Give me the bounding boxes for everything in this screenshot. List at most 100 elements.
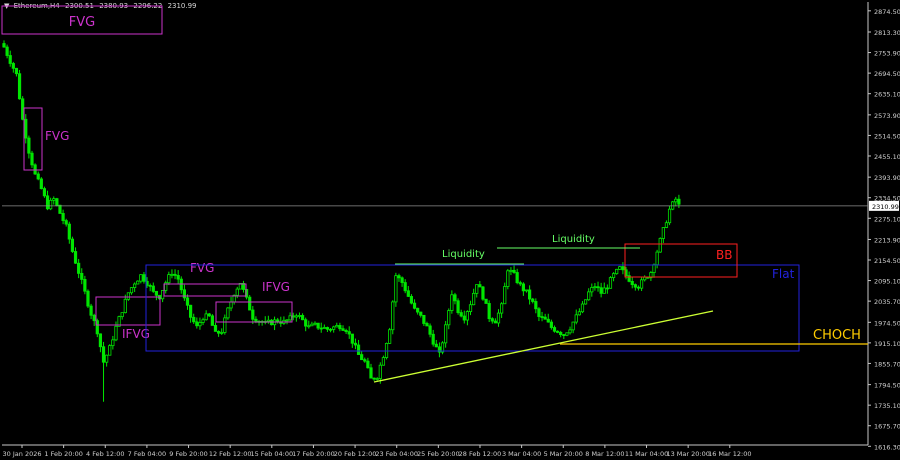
price-tick-label: 1794.50 [874,382,900,390]
price-tick-label: 2874.50 [874,8,900,16]
candle-body [161,290,165,300]
candle-body [111,339,115,347]
candle-body [447,310,451,326]
candle-body [201,319,205,323]
candle-body [297,315,302,317]
candle-body [571,321,575,331]
candle-body [409,296,414,304]
candle-body [235,288,239,296]
time-tick-label: 3 Mar 04:00 [502,450,541,458]
ifvg-label: IFVG [262,280,290,294]
candle-body [248,296,252,311]
candle-body [64,220,68,225]
candle-body [652,264,656,273]
candle-body [89,305,93,316]
price-tick-label: 2753.90 [874,50,900,58]
candle-body [325,327,330,330]
candle-body [39,178,43,189]
candle-body [611,273,616,278]
time-tick-label: 11 Mar 04:00 [625,450,668,458]
candle-body [27,137,31,154]
candle-body [341,328,345,331]
candle-body [216,330,221,334]
candle-body [36,173,40,180]
price-tick-label: 1675.70 [874,423,900,431]
last-price-label: 2310.99 [872,203,899,211]
price-tick-label: 1915.10 [874,340,900,348]
ifvg-zone [95,296,161,326]
candle-body [605,287,609,290]
candle-body [574,314,578,323]
candle-body [2,43,6,48]
candle-body [151,285,155,292]
candle-body [602,287,606,294]
time-tick-label: 9 Feb 20:00 [169,450,208,458]
candle-body [45,195,50,210]
candle-body [17,73,22,100]
candle-body [509,269,513,272]
bb-label: BB [716,248,732,262]
candle-body [350,333,354,344]
price-tick-label: 2514.50 [874,132,900,140]
candle-body [565,332,569,336]
candle-body [294,315,298,318]
candle-body [403,282,407,292]
candle-body [133,283,137,289]
candle-body [83,279,87,292]
candle-body [412,302,417,309]
candle-body [86,290,90,307]
candle-body [77,262,81,274]
candle-body [123,298,127,314]
candle-body [546,318,550,323]
candle-body [552,327,557,332]
time-tick-label: 23 Feb 04:00 [375,450,418,458]
candle-body [366,360,370,369]
time-tick-label: 20 Feb 12:00 [334,450,377,458]
candle-body [534,301,538,310]
candle-body [319,327,323,330]
candle-body [419,311,423,316]
candle-body [400,277,404,283]
candle-body [468,304,473,312]
candle-body [434,343,438,348]
candle-body [344,330,348,333]
candle-body [328,328,333,331]
candle-body [667,208,672,224]
candle-body [425,323,429,327]
candle-body [70,238,75,252]
price-chart[interactable]: 2874.50 2813.30 2753.90 2694.50 2635.10 2573.… [0,0,900,460]
candle-body [363,359,367,362]
candle-body [173,273,177,276]
candle-body [524,289,529,292]
candle-body [559,331,563,335]
time-tick-label: 16 Mar 12:00 [708,450,751,458]
candle-body [92,314,96,322]
candle-body [599,287,603,294]
candle-body [428,325,432,335]
candle-body [381,357,386,366]
candle-body [562,334,566,336]
candle-body [105,354,109,363]
candle-body [30,152,34,166]
candle-body [67,223,71,240]
price-tick-label: 2154.50 [874,257,900,265]
candle-body [621,266,625,271]
time-tick-label: 8 Mar 12:00 [585,450,624,458]
candle-body [360,354,364,361]
time-tick-label: 12 Feb 12:00 [209,450,252,458]
candle-body [322,327,326,329]
candle-body [512,269,516,273]
candle-body [185,297,190,306]
candle-body [126,292,131,300]
candle-body [80,272,84,280]
candle-body [369,367,373,379]
candle-body [397,275,401,279]
candle-body [555,330,560,333]
candle-body [114,325,118,341]
candle-body [52,198,56,201]
candle-body [332,326,336,330]
candle-body [618,266,622,270]
candle-body [154,290,158,296]
price-tick-label: 1735.10 [874,402,900,410]
candle-body [372,377,376,380]
